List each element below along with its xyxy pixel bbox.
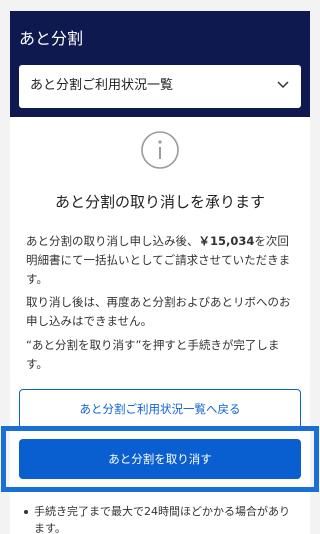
cancel-description: あと分割の取り消し申し込み後、￥15,034を次回明細書にて一括払いとしてご請求…: [26, 232, 298, 289]
amount-value: ￥15,034: [198, 234, 255, 248]
back-to-list-button[interactable]: あと分割ご利用状況一覧へ戻る: [19, 389, 301, 429]
chevron-down-icon: [277, 81, 289, 89]
select-value: あと分割ご利用状況一覧: [30, 78, 174, 93]
confirm-heading: あと分割の取り消しを承ります: [54, 193, 265, 211]
instruction-text: “あと分割を取り消す”を押すと手続きが完了します。: [26, 338, 280, 371]
bullet-dot: [24, 510, 28, 514]
description-text: あと分割の取り消し申し込み後、: [26, 234, 199, 248]
page: あと分割 あと分割ご利用状況一覧 あと分割の取り消しを承ります あと分割の取り消…: [0, 0, 320, 534]
cancel-installment-button[interactable]: あと分割を取り消す: [19, 439, 301, 479]
content-card: あと分割の取り消しを承ります あと分割の取り消し申し込み後、￥15,034を次回…: [1, 117, 319, 534]
info-icon: [141, 131, 179, 169]
processing-note: 手続き完了まで最大で24時間ほどかかる場合があります。: [34, 505, 290, 534]
restriction-text: 取り消し後は、再度あと分割およびあとリボへのお申し込みはできません。: [26, 295, 291, 328]
usage-status-select[interactable]: あと分割ご利用状況一覧: [19, 65, 301, 108]
page-title: あと分割: [19, 29, 84, 48]
header: あと分割 あと分割ご利用状況一覧: [10, 11, 310, 117]
